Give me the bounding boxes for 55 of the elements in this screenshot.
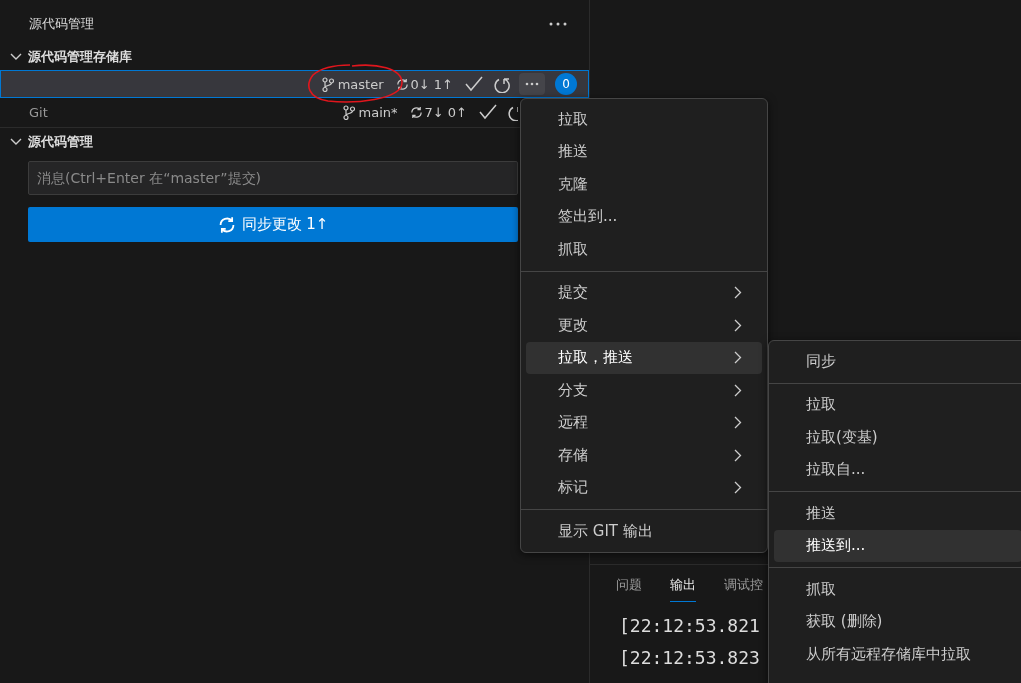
panel-tab[interactable]: 输出 [670, 568, 696, 602]
menu-item[interactable]: 拉取(变基) [774, 421, 1021, 454]
menu-item[interactable]: 提交 [526, 276, 762, 309]
menu-item[interactable]: 存储 [526, 439, 762, 472]
menu-item[interactable]: 抓取 [774, 573, 1021, 606]
branch-icon [342, 104, 355, 120]
sync-counts: 7↓ 0↑ [424, 104, 467, 120]
menu-item[interactable]: 推送 [774, 497, 1021, 530]
panel-tab[interactable]: 调试控 [724, 568, 763, 602]
sync-status[interactable]: 7↓ 0↑ [409, 104, 467, 120]
menu-item[interactable]: 拉取 [526, 103, 762, 136]
sync-icon [217, 215, 236, 234]
more-actions-icon[interactable] [549, 22, 567, 26]
menu-item[interactable]: 分支 [526, 374, 762, 407]
output-line: [22:12:53.823 [619, 647, 760, 670]
menu-item[interactable]: 克隆 [526, 168, 762, 201]
menu-item[interactable]: 拉取自... [774, 453, 1021, 486]
menu-item[interactable]: 远程 [526, 406, 762, 439]
more-actions-button[interactable] [519, 73, 545, 95]
count-badge: 0 [555, 73, 577, 95]
check-icon[interactable] [479, 104, 497, 120]
menu-item[interactable]: 拉取，推送 [526, 341, 762, 374]
sync-icon [409, 105, 423, 119]
branch-name[interactable]: master [337, 76, 384, 92]
menu-item[interactable]: 更改 [526, 309, 762, 342]
sync-changes-button[interactable]: 同步更改 1↑ [28, 207, 518, 242]
section-title: 源代码管理存储库 [28, 48, 132, 66]
sync-counts: 0↓ 1↑ [410, 76, 453, 92]
check-icon[interactable] [465, 76, 483, 92]
more-actions-icon [525, 82, 539, 86]
menu-item[interactable]: 标记 [526, 471, 762, 504]
branch-name[interactable]: main* [358, 104, 398, 120]
commit-message-field[interactable]: 消息(Ctrl+Enter 在“master”提交) [28, 161, 518, 195]
branch-icon [321, 76, 334, 92]
section-title: 源代码管理 [28, 133, 93, 151]
refresh-icon[interactable] [493, 75, 511, 93]
chevron-icon[interactable] [10, 53, 22, 61]
panel-title: 源代码管理 [29, 15, 94, 33]
sync-icon [395, 77, 409, 91]
menu-item[interactable]: 同步 [774, 345, 1021, 378]
menu-item[interactable]: 拉取 [774, 388, 1021, 421]
output-line: [22:12:53.821 [619, 615, 760, 638]
menu-item[interactable]: 显示 GIT 输出 [526, 515, 762, 548]
sync-status[interactable]: 0↓ 1↑ [395, 76, 453, 92]
repository-row[interactable]: Git main* 7↓ 0↑ [0, 98, 519, 126]
menu-item[interactable]: 签出到... [526, 200, 762, 233]
panel-tab[interactable]: 问题 [616, 568, 642, 602]
menu-item[interactable]: 获取 (删除) [774, 605, 1021, 638]
menu-item[interactable]: 抓取 [526, 233, 762, 266]
repository-row[interactable]: master 0↓ 1↑ 0 [0, 70, 589, 98]
repository-name: Git [29, 104, 48, 120]
menu-item[interactable]: 推送 [526, 135, 762, 168]
chevron-icon[interactable] [10, 138, 22, 146]
menu-item[interactable]: 从所有远程存储库中拉取 [774, 638, 1021, 671]
menu-item[interactable]: 推送到... [774, 529, 1021, 562]
